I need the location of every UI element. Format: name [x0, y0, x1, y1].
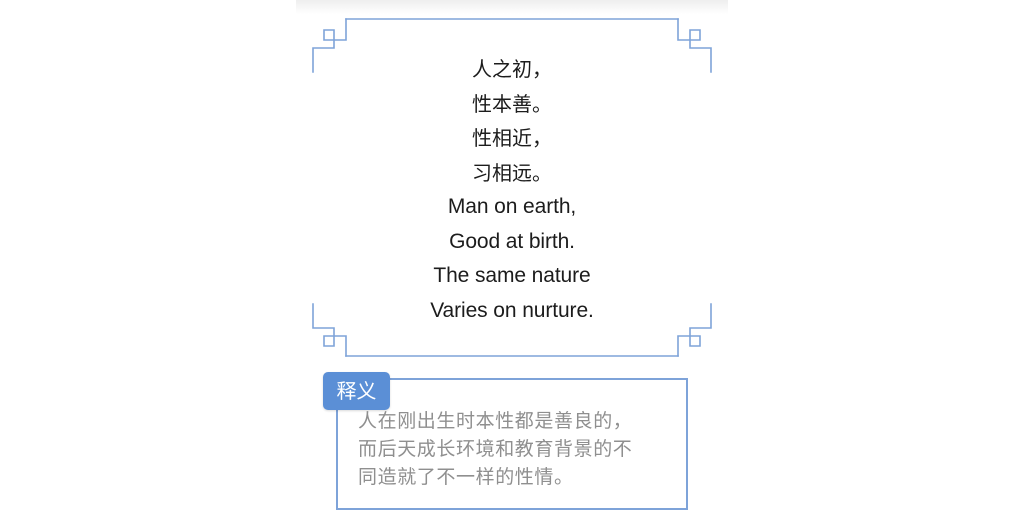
- poem-line-en-3: The same nature: [433, 264, 591, 287]
- explanation-line-3: 同造就了不一样的性情。: [358, 466, 574, 488]
- poem-line-en-4: Varies on nurture.: [430, 298, 594, 322]
- explanation-line-1: 人在刚出生时本性都是善良的，: [358, 410, 633, 432]
- poem-line-cn-4: 习相远。: [472, 160, 552, 185]
- explanation-tag: 释义: [323, 372, 390, 410]
- poem-line-cn-1: 人之初，: [472, 57, 552, 81]
- poem: 人之初， 性本善。 性相近， 习相远。 Man on earth, Good a…: [312, 52, 712, 328]
- poem-line-cn-2: 性本善。: [472, 91, 552, 116]
- poem-line-en-2: Good at birth.: [449, 229, 575, 253]
- poem-line-cn-3: 性相近，: [472, 126, 552, 150]
- explanation-text: 人在刚出生时本性都是善良的， 而后天成长环境和教育背景的不 同造就了不一样的性情…: [358, 407, 680, 491]
- explanation-line-2: 而后天成长环境和教育背景的不: [358, 438, 633, 460]
- poem-line-en-1: Man on earth,: [447, 195, 577, 218]
